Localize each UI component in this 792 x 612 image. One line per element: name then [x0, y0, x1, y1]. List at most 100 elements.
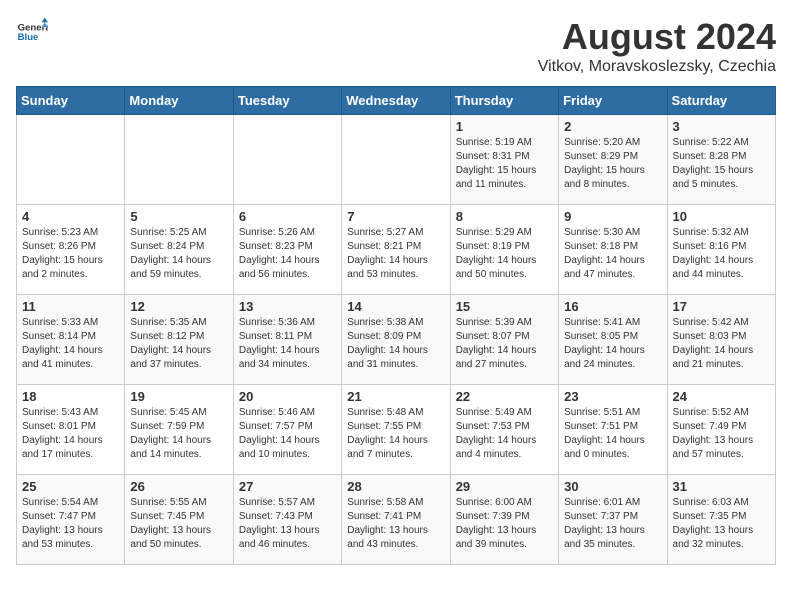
day-info: Sunrise: 5:51 AM Sunset: 7:51 PM Dayligh… — [564, 406, 661, 462]
page-header: General Blue August 2024 Vitkov, Moravsk… — [16, 16, 776, 76]
calendar-cell: 31 Sunrise: 6:03 AM Sunset: 7:35 PM Dayli… — [667, 475, 775, 565]
day-number: 26 — [130, 479, 227, 494]
day-info: Sunrise: 5:26 AM Sunset: 8:23 PM Dayligh… — [239, 226, 336, 282]
day-info: Sunrise: 5:33 AM Sunset: 8:14 PM Dayligh… — [22, 316, 119, 372]
calendar-cell: 27 Sunrise: 5:57 AM Sunset: 7:43 PM Dayli… — [233, 475, 341, 565]
calendar-cell — [233, 115, 341, 205]
day-info: Sunrise: 5:43 AM Sunset: 8:01 PM Dayligh… — [22, 406, 119, 462]
day-info: Sunrise: 5:39 AM Sunset: 8:07 PM Dayligh… — [456, 316, 553, 372]
day-info: Sunrise: 5:42 AM Sunset: 8:03 PM Dayligh… — [673, 316, 770, 372]
svg-text:Blue: Blue — [18, 32, 39, 43]
day-number: 31 — [673, 479, 770, 494]
calendar-cell: 7Sunrise: 5:27 AM Sunset: 8:21 PM Daylig… — [342, 205, 450, 295]
day-info: Sunrise: 5:49 AM Sunset: 7:53 PM Dayligh… — [456, 406, 553, 462]
weekday-header-row: SundayMondayTuesdayWednesdayThursdayFrid… — [17, 87, 776, 115]
day-number: 20 — [239, 389, 336, 404]
day-info: Sunrise: 5:52 AM Sunset: 7:49 PM Dayligh… — [673, 406, 770, 462]
day-info: Sunrise: 6:03 AM Sunset: 7:35 PM Dayligh… — [673, 496, 770, 552]
day-number: 18 — [22, 389, 119, 404]
week-row-1: 1 Sunrise: 5:19 AM Sunset: 8:31 PM Daylig… — [17, 115, 776, 205]
week-row-2: 4Sunrise: 5:23 AM Sunset: 8:26 PM Daylig… — [17, 205, 776, 295]
logo-icon: General Blue — [16, 16, 48, 48]
calendar-cell: 12 Sunrise: 5:35 AM Sunset: 8:12 PM Dayli… — [125, 295, 233, 385]
day-info: Sunrise: 5:46 AM Sunset: 7:57 PM Dayligh… — [239, 406, 336, 462]
day-info: Sunrise: 5:55 AM Sunset: 7:45 PM Dayligh… — [130, 496, 227, 552]
week-row-5: 25 Sunrise: 5:54 AM Sunset: 7:47 PM Dayli… — [17, 475, 776, 565]
day-number: 29 — [456, 479, 553, 494]
calendar-cell: 16Sunrise: 5:41 AM Sunset: 8:05 PM Dayli… — [559, 295, 667, 385]
day-number: 6 — [239, 209, 336, 224]
day-info: Sunrise: 5:19 AM Sunset: 8:31 PM Dayligh… — [456, 136, 553, 192]
day-info: Sunrise: 5:20 AM Sunset: 8:29 PM Dayligh… — [564, 136, 661, 192]
day-info: Sunrise: 6:01 AM Sunset: 7:37 PM Dayligh… — [564, 496, 661, 552]
day-number: 27 — [239, 479, 336, 494]
day-info: Sunrise: 5:30 AM Sunset: 8:18 PM Dayligh… — [564, 226, 661, 282]
location-subtitle: Vitkov, Moravskoslezsky, Czechia — [538, 58, 776, 76]
weekday-header-monday: Monday — [125, 87, 233, 115]
calendar-cell: 22Sunrise: 5:49 AM Sunset: 7:53 PM Dayli… — [450, 385, 558, 475]
day-info: Sunrise: 5:48 AM Sunset: 7:55 PM Dayligh… — [347, 406, 444, 462]
day-number: 2 — [564, 119, 661, 134]
calendar-cell: 26 Sunrise: 5:55 AM Sunset: 7:45 PM Dayli… — [125, 475, 233, 565]
calendar-cell: 23Sunrise: 5:51 AM Sunset: 7:51 PM Dayli… — [559, 385, 667, 475]
calendar-cell: 24Sunrise: 5:52 AM Sunset: 7:49 PM Dayli… — [667, 385, 775, 475]
calendar-cell: 10 Sunrise: 5:32 AM Sunset: 8:16 PM Dayli… — [667, 205, 775, 295]
day-number: 19 — [130, 389, 227, 404]
day-info: Sunrise: 5:32 AM Sunset: 8:16 PM Dayligh… — [673, 226, 770, 282]
calendar-cell: 4Sunrise: 5:23 AM Sunset: 8:26 PM Daylig… — [17, 205, 125, 295]
calendar-cell: 19 Sunrise: 5:45 AM Sunset: 7:59 PM Dayli… — [125, 385, 233, 475]
day-number: 1 — [456, 119, 553, 134]
day-number: 14 — [347, 299, 444, 314]
calendar-cell: 8 Sunrise: 5:29 AM Sunset: 8:19 PM Daylig… — [450, 205, 558, 295]
day-info: Sunrise: 6:00 AM Sunset: 7:39 PM Dayligh… — [456, 496, 553, 552]
day-number: 12 — [130, 299, 227, 314]
day-info: Sunrise: 5:25 AM Sunset: 8:24 PM Dayligh… — [130, 226, 227, 282]
calendar-cell — [342, 115, 450, 205]
day-number: 8 — [456, 209, 553, 224]
day-info: Sunrise: 5:57 AM Sunset: 7:43 PM Dayligh… — [239, 496, 336, 552]
calendar-cell: 25 Sunrise: 5:54 AM Sunset: 7:47 PM Dayli… — [17, 475, 125, 565]
day-info: Sunrise: 5:41 AM Sunset: 8:05 PM Dayligh… — [564, 316, 661, 372]
day-number: 13 — [239, 299, 336, 314]
calendar-cell: 20 Sunrise: 5:46 AM Sunset: 7:57 PM Dayli… — [233, 385, 341, 475]
day-info: Sunrise: 5:23 AM Sunset: 8:26 PM Dayligh… — [22, 226, 119, 282]
day-number: 9 — [564, 209, 661, 224]
calendar-cell: 2 Sunrise: 5:20 AM Sunset: 8:29 PM Daylig… — [559, 115, 667, 205]
logo: General Blue — [16, 16, 48, 48]
calendar-cell: 1 Sunrise: 5:19 AM Sunset: 8:31 PM Daylig… — [450, 115, 558, 205]
calendar-cell: 14 Sunrise: 5:38 AM Sunset: 8:09 PM Dayli… — [342, 295, 450, 385]
day-number: 21 — [347, 389, 444, 404]
weekday-header-friday: Friday — [559, 87, 667, 115]
calendar-cell: 6 Sunrise: 5:26 AM Sunset: 8:23 PM Daylig… — [233, 205, 341, 295]
day-info: Sunrise: 5:22 AM Sunset: 8:28 PM Dayligh… — [673, 136, 770, 192]
title-section: August 2024 Vitkov, Moravskoslezsky, Cze… — [538, 16, 776, 76]
day-info: Sunrise: 5:45 AM Sunset: 7:59 PM Dayligh… — [130, 406, 227, 462]
week-row-4: 18 Sunrise: 5:43 AM Sunset: 8:01 PM Dayli… — [17, 385, 776, 475]
day-number: 25 — [22, 479, 119, 494]
day-number: 17 — [673, 299, 770, 314]
calendar-cell: 13 Sunrise: 5:36 AM Sunset: 8:11 PM Dayli… — [233, 295, 341, 385]
day-number: 28 — [347, 479, 444, 494]
week-row-3: 11 Sunrise: 5:33 AM Sunset: 8:14 PM Dayli… — [17, 295, 776, 385]
calendar-cell: 15Sunrise: 5:39 AM Sunset: 8:07 PM Dayli… — [450, 295, 558, 385]
day-info: Sunrise: 5:54 AM Sunset: 7:47 PM Dayligh… — [22, 496, 119, 552]
day-number: 11 — [22, 299, 119, 314]
day-info: Sunrise: 5:29 AM Sunset: 8:19 PM Dayligh… — [456, 226, 553, 282]
day-info: Sunrise: 5:35 AM Sunset: 8:12 PM Dayligh… — [130, 316, 227, 372]
day-number: 30 — [564, 479, 661, 494]
weekday-header-wednesday: Wednesday — [342, 87, 450, 115]
calendar-cell: 17 Sunrise: 5:42 AM Sunset: 8:03 PM Dayli… — [667, 295, 775, 385]
day-info: Sunrise: 5:27 AM Sunset: 8:21 PM Dayligh… — [347, 226, 444, 282]
day-info: Sunrise: 5:38 AM Sunset: 8:09 PM Dayligh… — [347, 316, 444, 372]
calendar-cell — [17, 115, 125, 205]
day-number: 3 — [673, 119, 770, 134]
calendar-cell: 18 Sunrise: 5:43 AM Sunset: 8:01 PM Dayli… — [17, 385, 125, 475]
calendar-cell — [125, 115, 233, 205]
calendar-cell: 5Sunrise: 5:25 AM Sunset: 8:24 PM Daylig… — [125, 205, 233, 295]
day-info: Sunrise: 5:36 AM Sunset: 8:11 PM Dayligh… — [239, 316, 336, 372]
calendar-cell: 11 Sunrise: 5:33 AM Sunset: 8:14 PM Dayli… — [17, 295, 125, 385]
month-year-title: August 2024 — [538, 16, 776, 58]
weekday-header-sunday: Sunday — [17, 87, 125, 115]
day-number: 10 — [673, 209, 770, 224]
weekday-header-saturday: Saturday — [667, 87, 775, 115]
